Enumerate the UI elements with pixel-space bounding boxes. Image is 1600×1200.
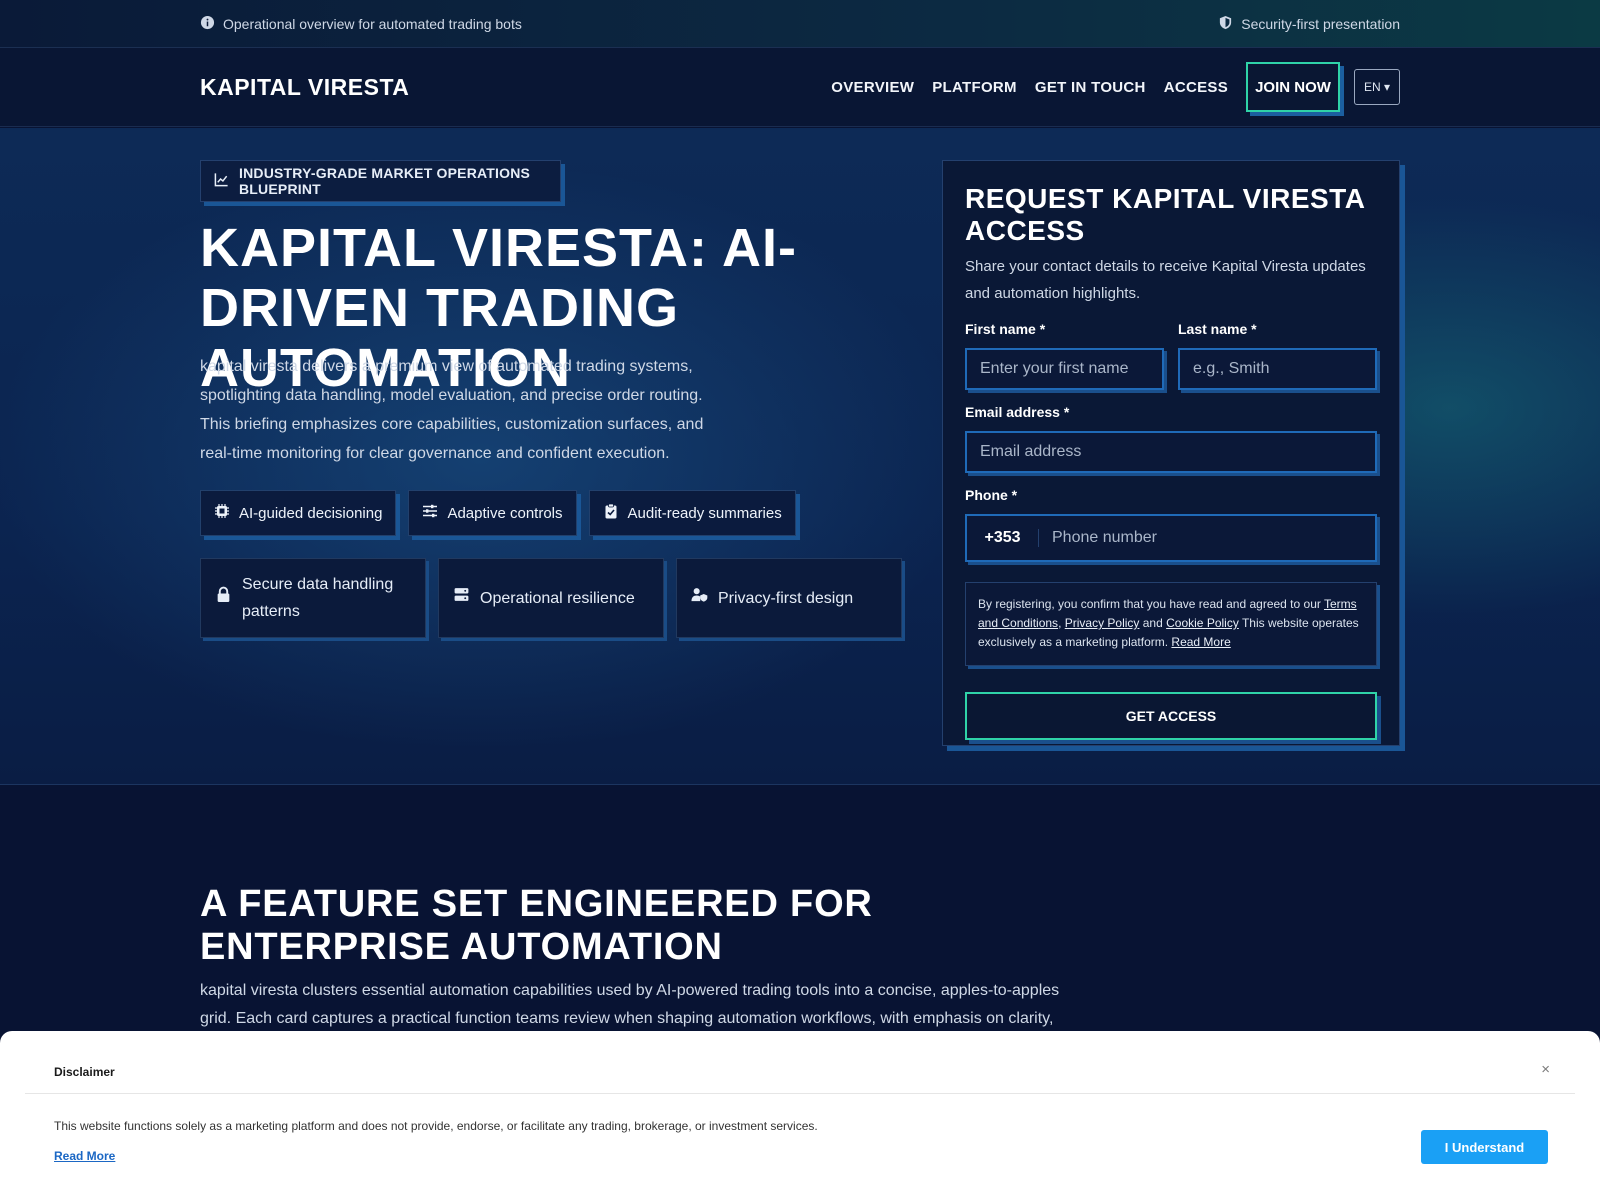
consent-notice: By registering, you confirm that you hav… — [965, 582, 1377, 666]
nav-link-access[interactable]: ACCESS — [1164, 79, 1228, 96]
disclaimer-read-more-link[interactable]: Read More — [54, 1149, 115, 1163]
last-name-input[interactable]: e.g., Smith — [1178, 348, 1377, 390]
cookie-link[interactable]: Cookie Policy — [1166, 616, 1239, 630]
top-security-right: Security-first presentation — [1218, 15, 1400, 33]
last-name-group: Last name * e.g., Smith — [1178, 321, 1377, 390]
brand-logo[interactable]: KAPITAL VIRESTA — [200, 74, 409, 101]
chart-line-icon — [214, 172, 229, 190]
phone-input-group: +353 Phone number — [965, 514, 1377, 562]
disclaimer-banner: Disclaimer × This website functions sole… — [0, 1031, 1600, 1200]
top-info-bar: Operational overview for automated tradi… — [0, 0, 1600, 48]
main-nav: KAPITAL VIRESTA OVERVIEW PLATFORM GET IN… — [0, 48, 1600, 127]
feature-highlight-cards: Secure data handling patterns Operationa… — [200, 558, 902, 638]
phone-group: Phone * +353 Phone number — [965, 487, 1377, 562]
clipboard-check-icon — [603, 503, 619, 523]
top-info-text: Operational overview for automated tradi… — [223, 15, 522, 32]
phone-label: Phone * — [965, 487, 1018, 503]
disclaimer-title: Disclaimer — [54, 1065, 115, 1079]
phone-country-code[interactable]: +353 — [967, 529, 1039, 547]
email-group: Email address * Email address — [965, 404, 1377, 473]
card-label: Secure data handling patterns — [242, 576, 394, 620]
card-secure-data: Secure data handling patterns — [200, 558, 426, 638]
security-text: Security-first presentation — [1241, 15, 1400, 32]
close-icon[interactable]: × — [1541, 1061, 1550, 1078]
card-privacy-first: Privacy-first design — [676, 558, 902, 638]
nav-link-platform[interactable]: PLATFORM — [932, 79, 1017, 96]
info-icon — [200, 15, 215, 33]
first-name-group: First name * Enter your first name — [965, 321, 1164, 390]
last-name-label: Last name * — [1178, 321, 1257, 337]
top-info-left: Operational overview for automated tradi… — [200, 15, 522, 33]
join-now-button[interactable]: JOIN NOW — [1246, 62, 1340, 112]
nav-link-get-in-touch[interactable]: GET IN TOUCH — [1035, 79, 1146, 96]
name-row: First name * Enter your first name Last … — [965, 321, 1377, 390]
access-form-panel: REQUEST KAPITAL VIRESTA ACCESS Share you… — [942, 160, 1400, 746]
hero-badge-text: INDUSTRY-GRADE MARKET OPERATIONS BLUEPRI… — [239, 165, 531, 197]
email-label: Email address * — [965, 404, 1070, 420]
consent-comma: , — [1058, 616, 1065, 630]
i-understand-button[interactable]: I Understand — [1421, 1130, 1548, 1164]
chip-label: Adaptive controls — [447, 504, 563, 522]
consent-prefix: By registering, you confirm that you hav… — [978, 597, 1324, 611]
card-label: Operational resilience — [480, 589, 635, 607]
user-shield-icon — [691, 585, 708, 612]
form-subtitle: Share your contact details to receive Ka… — [965, 258, 1366, 302]
card-operational-resilience: Operational resilience — [438, 558, 664, 638]
consent-and: and — [1139, 616, 1167, 630]
nav-links: OVERVIEW PLATFORM GET IN TOUCH ACCESS JO… — [813, 62, 1400, 112]
chip-ai-guided: AI-guided decisioning — [200, 490, 397, 536]
hero-description: kapital viresta delivers a premium view … — [200, 358, 704, 462]
get-access-button[interactable]: GET ACCESS — [965, 692, 1377, 740]
privacy-link[interactable]: Privacy Policy — [1065, 616, 1140, 630]
form-title: REQUEST KAPITAL VIRESTA ACCESS — [965, 183, 1365, 246]
shield-icon — [1218, 15, 1233, 33]
disclaimer-text: This website functions solely as a marke… — [54, 1119, 818, 1133]
first-name-input[interactable]: Enter your first name — [965, 348, 1164, 390]
chip-label: AI-guided decisioning — [239, 504, 383, 522]
server-icon — [453, 585, 470, 612]
language-selector[interactable]: EN ▾ — [1354, 69, 1400, 105]
phone-input[interactable]: Phone number — [1039, 529, 1157, 547]
lock-icon — [215, 585, 232, 612]
hero-badge: INDUSTRY-GRADE MARKET OPERATIONS BLUEPRI… — [200, 160, 561, 202]
first-name-label: First name * — [965, 321, 1046, 337]
chip-adaptive-controls: Adaptive controls — [408, 490, 577, 536]
chip-audit-ready: Audit-ready summaries — [588, 490, 796, 536]
nav-link-overview[interactable]: OVERVIEW — [831, 79, 914, 96]
email-input[interactable]: Email address — [965, 431, 1377, 473]
hero-section: INDUSTRY-GRADE MARKET OPERATIONS BLUEPRI… — [0, 128, 1600, 785]
chip-label: Audit-ready summaries — [627, 504, 782, 522]
sliders-icon — [422, 503, 438, 523]
chip-icon — [214, 503, 230, 523]
disclaimer-divider — [25, 1093, 1575, 1094]
capability-chips: AI-guided decisioning Adaptive controls … — [200, 490, 796, 536]
consent-read-more-link[interactable]: Read More — [1171, 635, 1230, 649]
features-title: A FEATURE SET ENGINEERED FOR ENTERPRISE … — [200, 883, 873, 968]
card-label: Privacy-first design — [718, 589, 854, 607]
